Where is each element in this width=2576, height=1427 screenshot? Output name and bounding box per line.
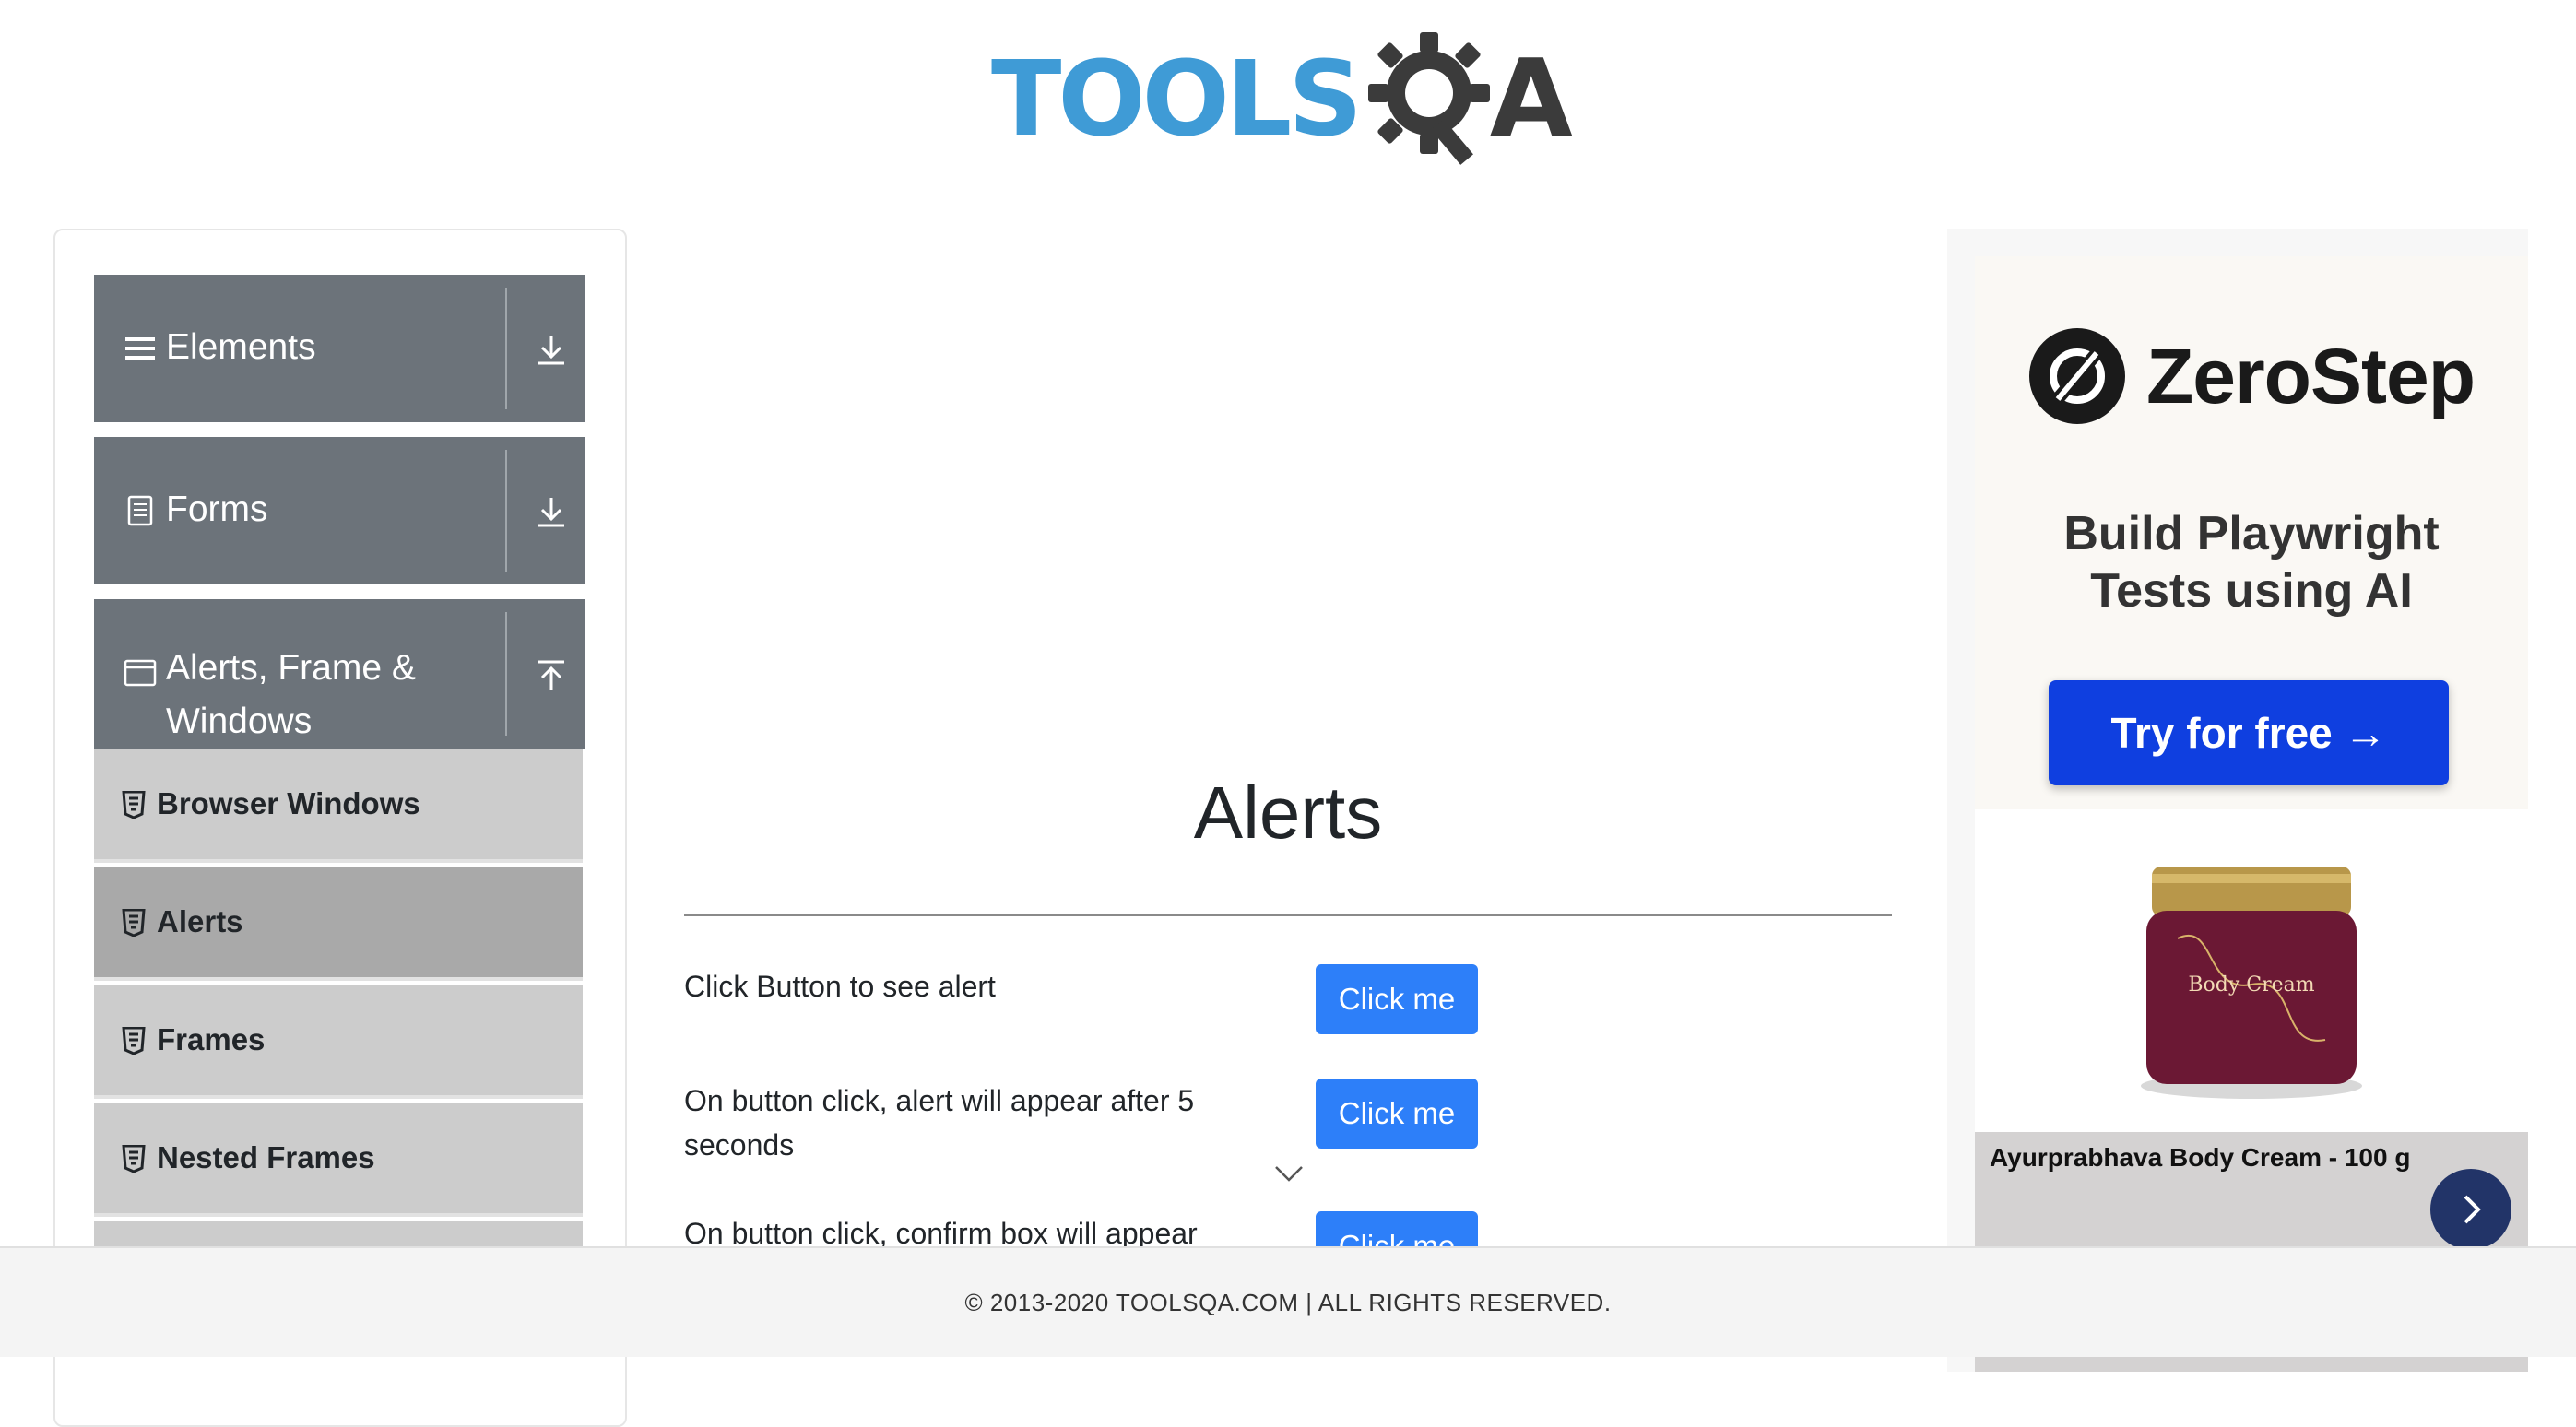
logo-text-tools: TOOLS bbox=[991, 39, 1363, 159]
sidebar-item-label: Nested Frames bbox=[157, 1140, 375, 1174]
sidebar-item-label: Browser Windows bbox=[157, 786, 420, 820]
zerostep-logo-icon bbox=[2028, 328, 2125, 424]
zerostep-ad[interactable]: ZeroStep Build Playwright Tests using AI… bbox=[1975, 256, 2528, 809]
timer-alert-row-text: On button click, alert will appear after… bbox=[684, 1084, 1195, 1162]
sidebar-item-label: Alerts bbox=[157, 904, 243, 938]
jar-label-text: Body Cream bbox=[2188, 973, 2314, 997]
page-title: Alerts bbox=[1193, 772, 1383, 854]
alert-row-text: Click Button to see alert bbox=[684, 970, 996, 1003]
gear-magnifier-icon bbox=[1367, 31, 1490, 165]
sidebar-group-label: Elements bbox=[166, 327, 316, 367]
sidebar-group-label-line1: Alerts, Frame & bbox=[166, 648, 416, 688]
product-name: Ayurprabhava Body Cream - 100 g bbox=[1990, 1143, 2411, 1172]
sidebar-group-forms[interactable]: Forms bbox=[94, 437, 585, 584]
hamburger-icon bbox=[125, 337, 155, 360]
expand-down-icon[interactable] bbox=[533, 494, 570, 531]
collapse-up-icon[interactable] bbox=[533, 656, 570, 693]
next-button[interactable] bbox=[2430, 1169, 2511, 1250]
ad-tagline: Build Playwright Tests using AI bbox=[1975, 505, 2528, 619]
divider bbox=[505, 288, 507, 409]
alert-button[interactable]: Click me bbox=[1316, 964, 1478, 1034]
sidebar-item-frames[interactable]: Frames bbox=[94, 985, 583, 1099]
divider bbox=[505, 612, 507, 736]
sidebar-item-nested-frames[interactable]: Nested Frames bbox=[94, 1103, 583, 1217]
expand-down-icon[interactable] bbox=[533, 332, 570, 369]
html5-icon bbox=[122, 909, 146, 937]
timer-alert-button[interactable]: Click me bbox=[1316, 1079, 1478, 1149]
sidebar-item-browser-windows[interactable]: Browser Windows bbox=[94, 749, 583, 863]
chevron-down-icon[interactable] bbox=[1272, 1163, 1306, 1185]
html5-icon bbox=[122, 1027, 146, 1055]
ad-tagline-line1: Build Playwright bbox=[2063, 507, 2440, 560]
advertisement-panel[interactable]: ZeroStep Build Playwright Tests using AI… bbox=[1947, 229, 2528, 1372]
logo-text-a: A bbox=[1489, 36, 1573, 161]
sidebar-item-label: Frames bbox=[157, 1022, 266, 1056]
sidebar-group-label: Forms bbox=[166, 489, 268, 529]
sidebar-group-label-line2: Windows bbox=[166, 702, 313, 741]
html5-icon bbox=[122, 1145, 146, 1173]
ad-tagline-line2: Tests using AI bbox=[2090, 564, 2413, 618]
zerostep-brand-text: ZeroStep bbox=[2145, 332, 2476, 419]
logo-qa-mark: A bbox=[1366, 30, 1573, 169]
toolsqa-logo[interactable]: TOOLS A bbox=[991, 28, 1590, 171]
footer: © 2013-2020 TOOLSQA.COM | ALL RIGHTS RES… bbox=[0, 1246, 2576, 1357]
zerostep-brand: ZeroStep bbox=[1975, 321, 2528, 431]
sidebar-item-alerts[interactable]: Alerts bbox=[94, 867, 583, 981]
try-for-free-button[interactable]: Try for free → bbox=[2049, 680, 2449, 785]
footer-copyright: © 2013-2020 TOOLSQA.COM | ALL RIGHTS RES… bbox=[964, 1288, 1612, 1316]
sidebar-group-elements[interactable]: Elements bbox=[94, 275, 585, 422]
document-icon bbox=[127, 495, 153, 526]
chevron-right-icon bbox=[2464, 1195, 2481, 1224]
sidebar-group-alerts-frame-windows[interactable]: Alerts, Frame & Windows bbox=[94, 599, 585, 749]
divider bbox=[505, 450, 507, 572]
title-divider bbox=[684, 914, 1892, 916]
window-icon bbox=[124, 659, 157, 687]
html5-icon bbox=[122, 791, 146, 819]
product-image[interactable]: Body Cream bbox=[1975, 809, 2528, 1132]
body-cream-jar-image: Body Cream bbox=[2141, 867, 2362, 1099]
